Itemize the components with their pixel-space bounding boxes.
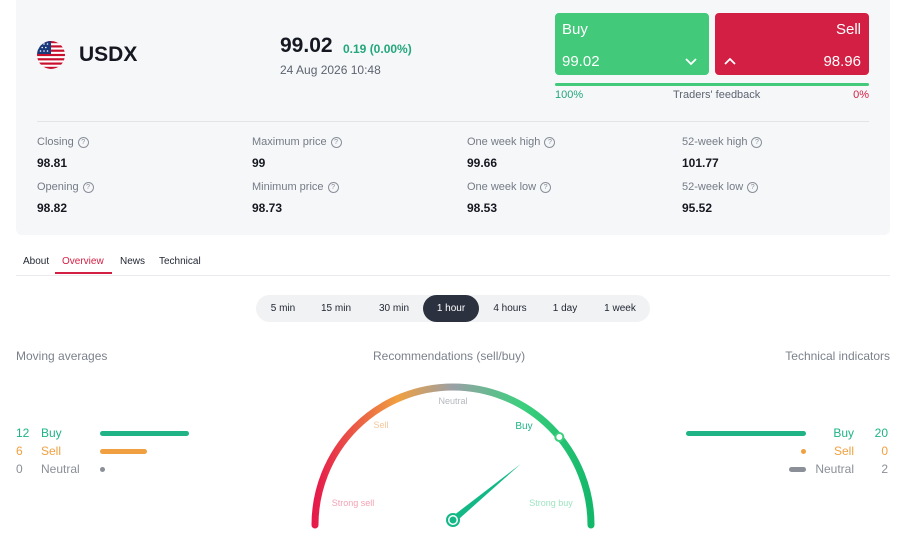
ma-sell-bar: [100, 449, 147, 454]
gauge-label-strong-buy: Strong buy: [529, 498, 573, 508]
ma-sell-count: 6: [16, 444, 23, 458]
tab-about[interactable]: About: [23, 256, 49, 267]
timeframe-selector: 5 min 15 min 30 min 1 hour 4 hours 1 day…: [256, 295, 650, 322]
period-5-min[interactable]: 5 min: [258, 295, 308, 322]
gauge-needle: [450, 463, 521, 523]
gauge-marker: [554, 432, 565, 443]
gauge-label-buy: Buy: [515, 421, 532, 432]
info-icon[interactable]: ?: [751, 136, 763, 148]
info-icon[interactable]: ?: [77, 136, 89, 148]
stat-value: 95.52: [682, 201, 713, 215]
ti-neutral-bar: [789, 467, 806, 472]
stat-value: 99.66: [467, 156, 498, 170]
info-icon[interactable]: ?: [544, 136, 556, 148]
ma-neutral-count: 0: [16, 462, 23, 476]
info-icon[interactable]: ?: [330, 136, 342, 148]
recommendation-gauge: Strong sell Sell Neutral Buy Strong buy: [311, 383, 595, 529]
traders-feedback-fill: [555, 83, 869, 86]
gauge-label-strong-sell: Strong sell: [332, 498, 375, 508]
ti-sell-label: Sell: [833, 444, 854, 458]
us-flag-icon: [37, 41, 65, 69]
feedback-label: Traders' feedback: [673, 89, 761, 101]
stat-value: 101.77: [682, 156, 719, 170]
stat-label: Maximum price: [252, 136, 327, 148]
stat-closing: Closing? 98.81: [37, 136, 237, 170]
stat-label: Closing: [37, 136, 74, 148]
stat-value: 98.82: [37, 201, 68, 215]
stat-label: Minimum price: [252, 181, 324, 193]
info-icon[interactable]: ?: [540, 181, 552, 193]
stat-minimum-price: Minimum price? 98.73: [252, 181, 452, 215]
active-tab-underline: [55, 272, 112, 274]
tab-news[interactable]: News: [120, 256, 145, 267]
ma-buy-label: Buy: [41, 426, 62, 440]
sell-price: 98.96: [823, 53, 861, 70]
ma-neutral-label: Neutral: [41, 462, 80, 476]
current-price: 99.02: [280, 34, 333, 57]
period-1-week[interactable]: 1 week: [593, 295, 647, 322]
ti-buy-label: Buy: [833, 426, 854, 440]
info-icon[interactable]: ?: [327, 181, 339, 193]
sell-button[interactable]: Sell 98.96: [715, 13, 869, 75]
traders-feedback-bar: [555, 83, 869, 86]
period-30-min[interactable]: 30 min: [366, 295, 422, 322]
ma-neutral-dot: [100, 467, 105, 472]
stat-value: 98.73: [252, 201, 283, 215]
stat-opening: Opening? 98.82: [37, 181, 237, 215]
chevron-down-icon: [685, 58, 697, 66]
moving-averages-title: Moving averages: [16, 349, 108, 363]
sell-button-label: Sell: [835, 21, 861, 38]
stat-value: 98.53: [467, 201, 498, 215]
ti-neutral-label: Neutral: [815, 462, 854, 476]
ma-sell-label: Sell: [41, 444, 62, 458]
ti-buy-count: 20: [874, 426, 888, 440]
buy-button-label: Buy: [562, 21, 588, 38]
info-icon[interactable]: ?: [747, 181, 759, 193]
stat-value: 99: [252, 156, 266, 170]
stat-label: Opening: [37, 181, 79, 193]
ti-neutral-count: 2: [881, 462, 888, 476]
stat-52-week-high: 52-week high? 101.77: [682, 136, 882, 170]
stat-one-week-high: One week high? 99.66: [467, 136, 667, 170]
feedback-sell-percent: 0%: [853, 89, 869, 101]
ti-buy-bar: [686, 431, 806, 436]
stat-52-week-low: 52-week low? 95.52: [682, 181, 882, 215]
period-15-min[interactable]: 15 min: [311, 295, 361, 322]
stat-label: One week high: [467, 136, 541, 148]
ma-buy-count: 12: [16, 426, 30, 440]
divider: [37, 121, 869, 122]
recommendations-title: Recommendations (sell/buy): [373, 349, 526, 363]
stat-label: 52-week low: [682, 181, 744, 193]
stat-label: One week low: [467, 181, 537, 193]
period-1-day[interactable]: 1 day: [540, 295, 590, 322]
instrument-symbol: USDX: [79, 43, 138, 66]
ma-buy-bar: [100, 431, 189, 436]
gauge-label-neutral: Neutral: [438, 396, 467, 406]
gauge-label-sell: Sell: [373, 420, 388, 430]
feedback-buy-percent: 100%: [555, 89, 584, 101]
buy-button[interactable]: Buy 99.02: [555, 13, 709, 75]
price-change: 0.19 (0.00%): [343, 42, 412, 56]
section-tabs: [16, 250, 890, 276]
ti-sell-count: 0: [881, 444, 888, 458]
period-1-hour[interactable]: 1 hour: [423, 295, 479, 322]
quote-datetime: 24 Aug 2026 10:48: [280, 63, 381, 77]
stat-one-week-low: One week low? 98.53: [467, 181, 667, 215]
stat-maximum-price: Maximum price? 99: [252, 136, 452, 170]
chevron-up-icon: [724, 57, 736, 65]
tab-overview[interactable]: Overview: [62, 256, 104, 267]
buy-price: 99.02: [562, 53, 600, 70]
tab-technical[interactable]: Technical: [159, 256, 201, 267]
technical-indicators-title: Technical indicators: [785, 349, 890, 363]
ti-sell-dot: [801, 449, 806, 454]
stat-value: 98.81: [37, 156, 68, 170]
info-icon[interactable]: ?: [82, 181, 94, 193]
stat-label: 52-week high: [682, 136, 748, 148]
period-4-hours[interactable]: 4 hours: [482, 295, 538, 322]
